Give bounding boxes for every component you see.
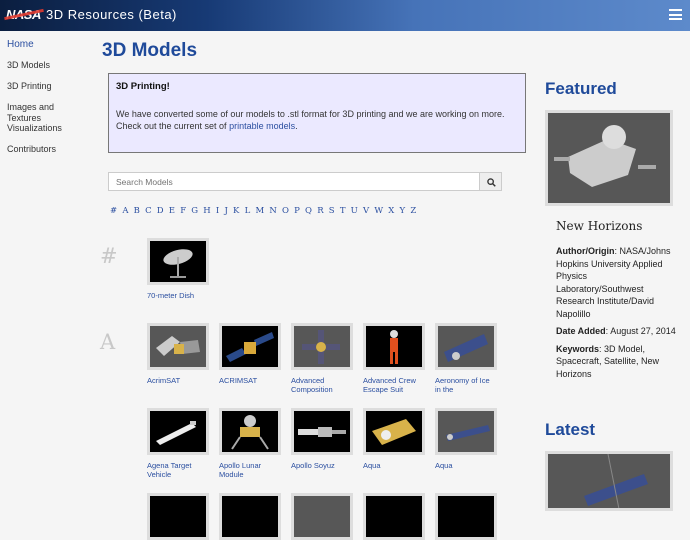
sidebar-item-3d-models[interactable]: 3D Models xyxy=(0,55,95,76)
nasa-logo[interactable]: NASA xyxy=(4,7,44,22)
model-tile[interactable]: AcrimSAT xyxy=(147,323,209,385)
model-tile[interactable] xyxy=(219,493,281,540)
model-name[interactable]: Agena Target Vehicle xyxy=(147,461,209,479)
model-name[interactable]: 70-meter Dish xyxy=(147,291,209,300)
alpha-link[interactable]: # xyxy=(110,206,117,216)
alpha-link[interactable]: V xyxy=(363,206,369,216)
site-title[interactable]: 3D Resources (Beta) xyxy=(46,7,177,22)
sidebar-item-3d-printing[interactable]: 3D Printing xyxy=(0,76,95,97)
model-thumbnail[interactable] xyxy=(435,323,497,370)
model-tile[interactable] xyxy=(147,493,209,540)
model-tile[interactable]: Aeronomy of Ice in the xyxy=(435,323,497,394)
latest-heading: Latest xyxy=(545,420,596,439)
model-thumbnail[interactable] xyxy=(219,323,281,370)
search-input[interactable] xyxy=(108,172,480,191)
page-title: 3D Models xyxy=(102,40,198,61)
model-tile[interactable]: Aqua xyxy=(363,408,425,470)
model-thumbnail[interactable] xyxy=(291,408,353,455)
alpha-link[interactable]: N xyxy=(269,206,276,216)
model-tile[interactable]: Agena Target Vehicle xyxy=(147,408,209,479)
alpha-link[interactable]: D xyxy=(157,206,164,216)
section-letter-hash: # xyxy=(100,244,118,268)
section-letter-a: A xyxy=(100,330,116,354)
model-name[interactable]: AcrimSAT xyxy=(147,376,209,385)
featured-image[interactable] xyxy=(545,110,673,206)
alpha-link[interactable]: X xyxy=(388,206,394,216)
model-thumbnail[interactable] xyxy=(435,493,497,540)
model-tile[interactable] xyxy=(363,493,425,540)
alpha-link[interactable]: S xyxy=(329,206,335,216)
search-icon xyxy=(487,178,496,187)
model-tile[interactable]: Apollo Lunar Module xyxy=(219,408,281,479)
model-thumbnail[interactable] xyxy=(147,493,209,540)
model-thumbnail[interactable] xyxy=(363,408,425,455)
model-thumbnail[interactable] xyxy=(147,408,209,455)
sidebar-item-contributors[interactable]: Contributors xyxy=(0,139,95,160)
alphabet-nav: # A B C D E F G H I J K L M N O P Q R S T U V W X Y Z xyxy=(110,206,505,216)
model-tile[interactable]: Advanced Composition xyxy=(291,323,353,394)
model-tile[interactable] xyxy=(291,493,353,540)
alpha-link[interactable]: P xyxy=(294,206,300,216)
model-name[interactable]: Aqua xyxy=(435,461,497,470)
model-thumbnail[interactable] xyxy=(219,493,281,540)
model-name[interactable]: Aeronomy of Ice in the xyxy=(435,376,497,394)
alpha-link[interactable]: A xyxy=(122,206,128,216)
alpha-link[interactable]: U xyxy=(351,206,358,216)
model-name[interactable]: Apollo Lunar Module xyxy=(219,461,281,479)
alpha-link[interactable]: W xyxy=(374,206,383,216)
model-thumbnail[interactable] xyxy=(435,408,497,455)
sidebar-item-home[interactable]: Home xyxy=(0,31,95,55)
alpha-link[interactable]: J xyxy=(224,206,227,216)
alpha-link[interactable]: E xyxy=(169,206,175,216)
model-thumbnail[interactable] xyxy=(291,493,353,540)
model-thumbnail[interactable] xyxy=(147,323,209,370)
top-bar: NASA 3D Resources (Beta) xyxy=(0,0,690,31)
printing-alert: 3D Printing! We have converted some of o… xyxy=(108,73,526,153)
alpha-link[interactable]: H xyxy=(203,206,210,216)
printable-models-link[interactable]: printable models xyxy=(229,121,295,131)
featured-details: Author/Origin: NASA/Johns Hopkins Univer… xyxy=(556,246,676,379)
model-thumbnail[interactable] xyxy=(291,323,353,370)
model-name[interactable]: Apollo Soyuz xyxy=(291,461,353,470)
search-button[interactable] xyxy=(479,172,502,191)
model-tile[interactable] xyxy=(435,493,497,540)
alpha-link[interactable]: L xyxy=(245,206,251,216)
model-thumbnail[interactable] xyxy=(219,408,281,455)
model-tile[interactable]: Aqua xyxy=(435,408,497,470)
model-tile[interactable]: ACRIMSAT xyxy=(219,323,281,385)
model-tile[interactable]: Apollo Soyuz xyxy=(291,408,353,470)
sidebar: Home 3D Models 3D Printing Images and Te… xyxy=(0,31,95,160)
alpha-link[interactable]: Q xyxy=(305,206,312,216)
model-name[interactable]: Advanced Crew Escape Suit xyxy=(363,376,425,394)
alpha-link[interactable]: K xyxy=(233,206,239,216)
featured-heading: Featured xyxy=(545,79,617,98)
alert-heading: 3D Printing! xyxy=(116,81,170,92)
model-thumbnail[interactable] xyxy=(147,238,209,285)
model-thumbnail[interactable] xyxy=(363,323,425,370)
sidebar-item-images-textures[interactable]: Images and Textures xyxy=(0,97,95,123)
alpha-link[interactable]: B xyxy=(134,206,140,216)
model-tile[interactable]: Advanced Crew Escape Suit xyxy=(363,323,425,394)
alpha-link[interactable]: R xyxy=(317,206,323,216)
model-name[interactable]: Aqua xyxy=(363,461,425,470)
alpha-link[interactable]: M xyxy=(255,206,264,216)
model-tile[interactable]: 70-meter Dish xyxy=(147,238,209,300)
model-name[interactable]: ACRIMSAT xyxy=(219,376,281,385)
model-thumbnail[interactable] xyxy=(363,493,425,540)
model-name[interactable]: Advanced Composition xyxy=(291,376,353,394)
alpha-link[interactable]: I xyxy=(216,206,219,216)
alpha-link[interactable]: C xyxy=(145,206,152,216)
latest-image[interactable] xyxy=(545,451,673,511)
alpha-link[interactable]: T xyxy=(340,206,346,216)
hamburger-menu-icon[interactable] xyxy=(669,9,682,20)
alert-body: We have converted some of our models to … xyxy=(116,109,505,131)
alpha-link[interactable]: Y xyxy=(400,206,406,216)
alpha-link[interactable]: O xyxy=(282,206,289,216)
alpha-link[interactable]: Z xyxy=(410,206,416,216)
alpha-link[interactable]: G xyxy=(191,206,198,216)
alpha-link[interactable]: F xyxy=(180,206,186,216)
featured-name[interactable]: New Horizons xyxy=(556,219,642,233)
